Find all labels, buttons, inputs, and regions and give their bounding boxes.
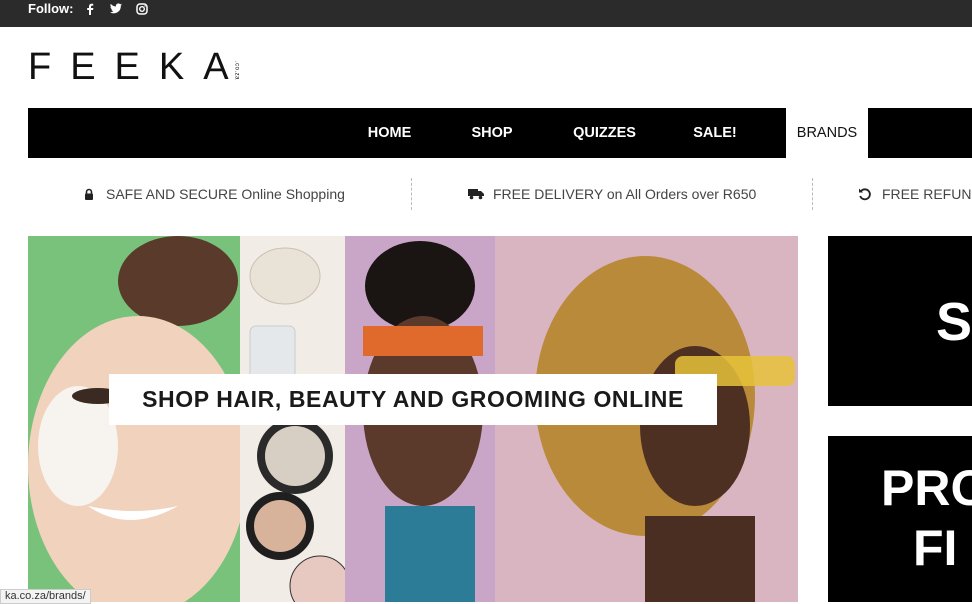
side-promo-2-line2: FI — [913, 520, 958, 576]
logo-wordmark: FEEKA — [28, 46, 248, 88]
site-logo[interactable]: FEEKA .co.za — [28, 48, 240, 86]
usp-refunds: FREE REFUNDS — [856, 178, 972, 210]
hero-banner-text: SHOP HAIR, BEAUTY AND GROOMING ONLINE — [109, 374, 717, 425]
usp-strip: SAFE AND SECURE Online Shopping FREE DEL… — [28, 178, 972, 210]
truck-icon — [467, 187, 485, 201]
usp-divider — [812, 178, 813, 210]
nav-item-home[interactable]: HOME — [356, 108, 423, 158]
side-promo-2-line1: PRO — [881, 460, 972, 516]
nav-item-brands[interactable]: BRANDS — [786, 108, 868, 158]
side-promo-1-text: S — [936, 292, 972, 352]
usp-secure: SAFE AND SECURE Online Shopping — [80, 178, 345, 210]
top-bar: Follow: — [0, 0, 972, 27]
nav-item-shop[interactable]: SHOP — [464, 108, 520, 158]
nav-item-quizzes[interactable]: QUIZZES — [563, 108, 646, 158]
side-promo-1[interactable]: S — [828, 236, 972, 406]
refresh-icon — [856, 187, 874, 201]
usp-delivery-text: FREE DELIVERY on All Orders over R650 — [493, 186, 757, 202]
twitter-icon[interactable] — [109, 3, 122, 15]
side-promo-2[interactable]: PRO FI — [828, 436, 972, 602]
usp-divider — [411, 178, 412, 210]
facebook-icon[interactable] — [84, 3, 96, 15]
nav-item-sale[interactable]: SALE! — [686, 108, 744, 158]
follow-label: Follow: — [28, 1, 74, 16]
logo-domain: .co.za — [233, 60, 240, 80]
lock-icon — [80, 187, 98, 201]
usp-delivery: FREE DELIVERY on All Orders over R650 — [467, 178, 756, 210]
instagram-icon[interactable] — [135, 2, 148, 15]
hero-banner[interactable]: SHOP HAIR, BEAUTY AND GROOMING ONLINE — [28, 236, 798, 602]
usp-secure-text: SAFE AND SECURE Online Shopping — [106, 186, 345, 202]
usp-refunds-text: FREE REFUNDS — [882, 186, 972, 202]
main-navigation: HOME SHOP QUIZZES SALE! BRANDS — [28, 108, 972, 158]
